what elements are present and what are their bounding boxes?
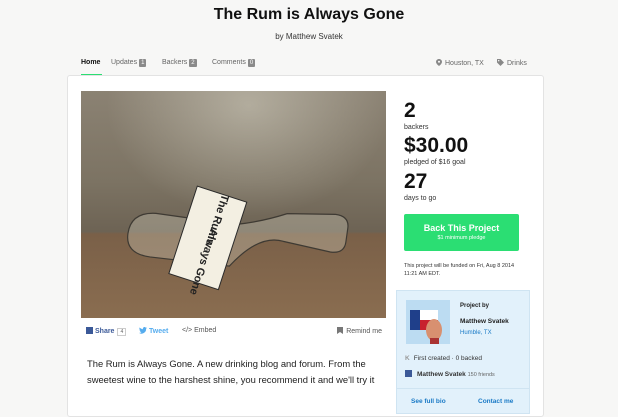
share-count: 4 — [117, 328, 127, 336]
see-full-bio-link[interactable]: See full bio — [411, 398, 446, 405]
creator-avatar[interactable] — [406, 300, 450, 344]
remind-label: Remind me — [346, 328, 382, 335]
tab-comments[interactable]: Comments 0 — [212, 59, 256, 67]
tweet-button[interactable]: Tweet — [139, 327, 168, 335]
tab-backers[interactable]: Backers 2 — [162, 59, 197, 67]
creator-panel: Project by Matthew Svatek Humble, TX K Fi… — [396, 290, 530, 414]
creator-name[interactable]: Matthew Svatek — [460, 318, 509, 325]
facebook-small-icon — [405, 370, 412, 377]
project-video[interactable]: The Rum is Always Gone — [81, 91, 386, 318]
first-created-row: K First created · 0 backed — [405, 355, 482, 362]
project-blurb: The Rum is Always Gone. A new drinking b… — [87, 358, 375, 385]
backers-label: backers — [404, 124, 429, 131]
share-label: Share — [95, 328, 115, 335]
kickstarter-k-icon: K — [405, 355, 410, 362]
texas-flag-avatar — [406, 300, 450, 344]
category-label: Drinks — [507, 60, 527, 67]
share-bar: Share 4 Tweet </> Embed Remind me — [86, 327, 382, 339]
facebook-share-button[interactable]: Share 4 — [86, 327, 127, 336]
page-title: The Rum is Always Gone — [213, 6, 405, 23]
twitter-icon — [139, 327, 147, 334]
tab-comments-label: Comments — [212, 59, 246, 66]
days-count: 27 — [404, 170, 428, 193]
location-link[interactable]: Houston, TX — [436, 59, 484, 67]
back-project-label: Back This Project — [423, 223, 500, 233]
creator-location[interactable]: Humble, TX — [460, 330, 492, 336]
creator-byline[interactable]: by Matthew Svatek — [0, 32, 618, 41]
facebook-icon — [86, 327, 93, 334]
tag-icon — [497, 59, 504, 66]
tab-updates-label: Updates — [111, 59, 138, 66]
location-pin-icon — [436, 59, 442, 66]
project-nav: Home Updates 1 Backers 2 Comments 0 Houston… — [81, 59, 529, 73]
rum-bottle-illustration: The Rum is Always Gone — [127, 185, 349, 296]
creator-divider — [397, 388, 529, 389]
facebook-row: Matthew Svatek 150 friends — [405, 370, 495, 378]
updates-count-badge: 1 — [139, 59, 147, 67]
pledged-goal-label: pledged of $16 goal — [404, 159, 466, 166]
tab-home[interactable]: Home — [81, 59, 100, 66]
tab-backers-label: Backers — [162, 59, 188, 66]
back-project-button[interactable]: Back This Project $1 minimum pledge — [404, 214, 519, 251]
first-created-text: First created · 0 backed — [413, 355, 482, 362]
minimum-pledge-label: $1 minimum pledge — [437, 235, 486, 241]
days-label: days to go — [404, 195, 437, 202]
creator-heading: Project by — [460, 303, 490, 309]
facebook-name[interactable]: Matthew Svatek — [417, 371, 466, 378]
tab-updates[interactable]: Updates 1 — [111, 59, 147, 67]
pledged-amount: $30.00 — [404, 134, 469, 157]
backers-count: 2 — [404, 99, 416, 122]
remind-me-button[interactable]: Remind me — [337, 327, 382, 335]
funding-note: This project will be funded on Fri, Aug … — [404, 263, 515, 277]
backers-count-badge: 2 — [189, 59, 197, 67]
comments-count-badge: 0 — [247, 59, 256, 67]
embed-button[interactable]: </> Embed — [182, 327, 216, 334]
contact-me-link[interactable]: Contact me — [478, 398, 513, 405]
tweet-label: Tweet — [149, 328, 169, 335]
tab-home-label: Home — [81, 59, 101, 66]
category-link[interactable]: Drinks — [497, 59, 527, 67]
embed-label: Embed — [194, 327, 217, 334]
facebook-friends: 150 friends — [467, 372, 495, 378]
bookmark-icon — [337, 327, 344, 334]
embed-icon: </> — [182, 327, 193, 334]
location-label: Houston, TX — [445, 60, 484, 67]
